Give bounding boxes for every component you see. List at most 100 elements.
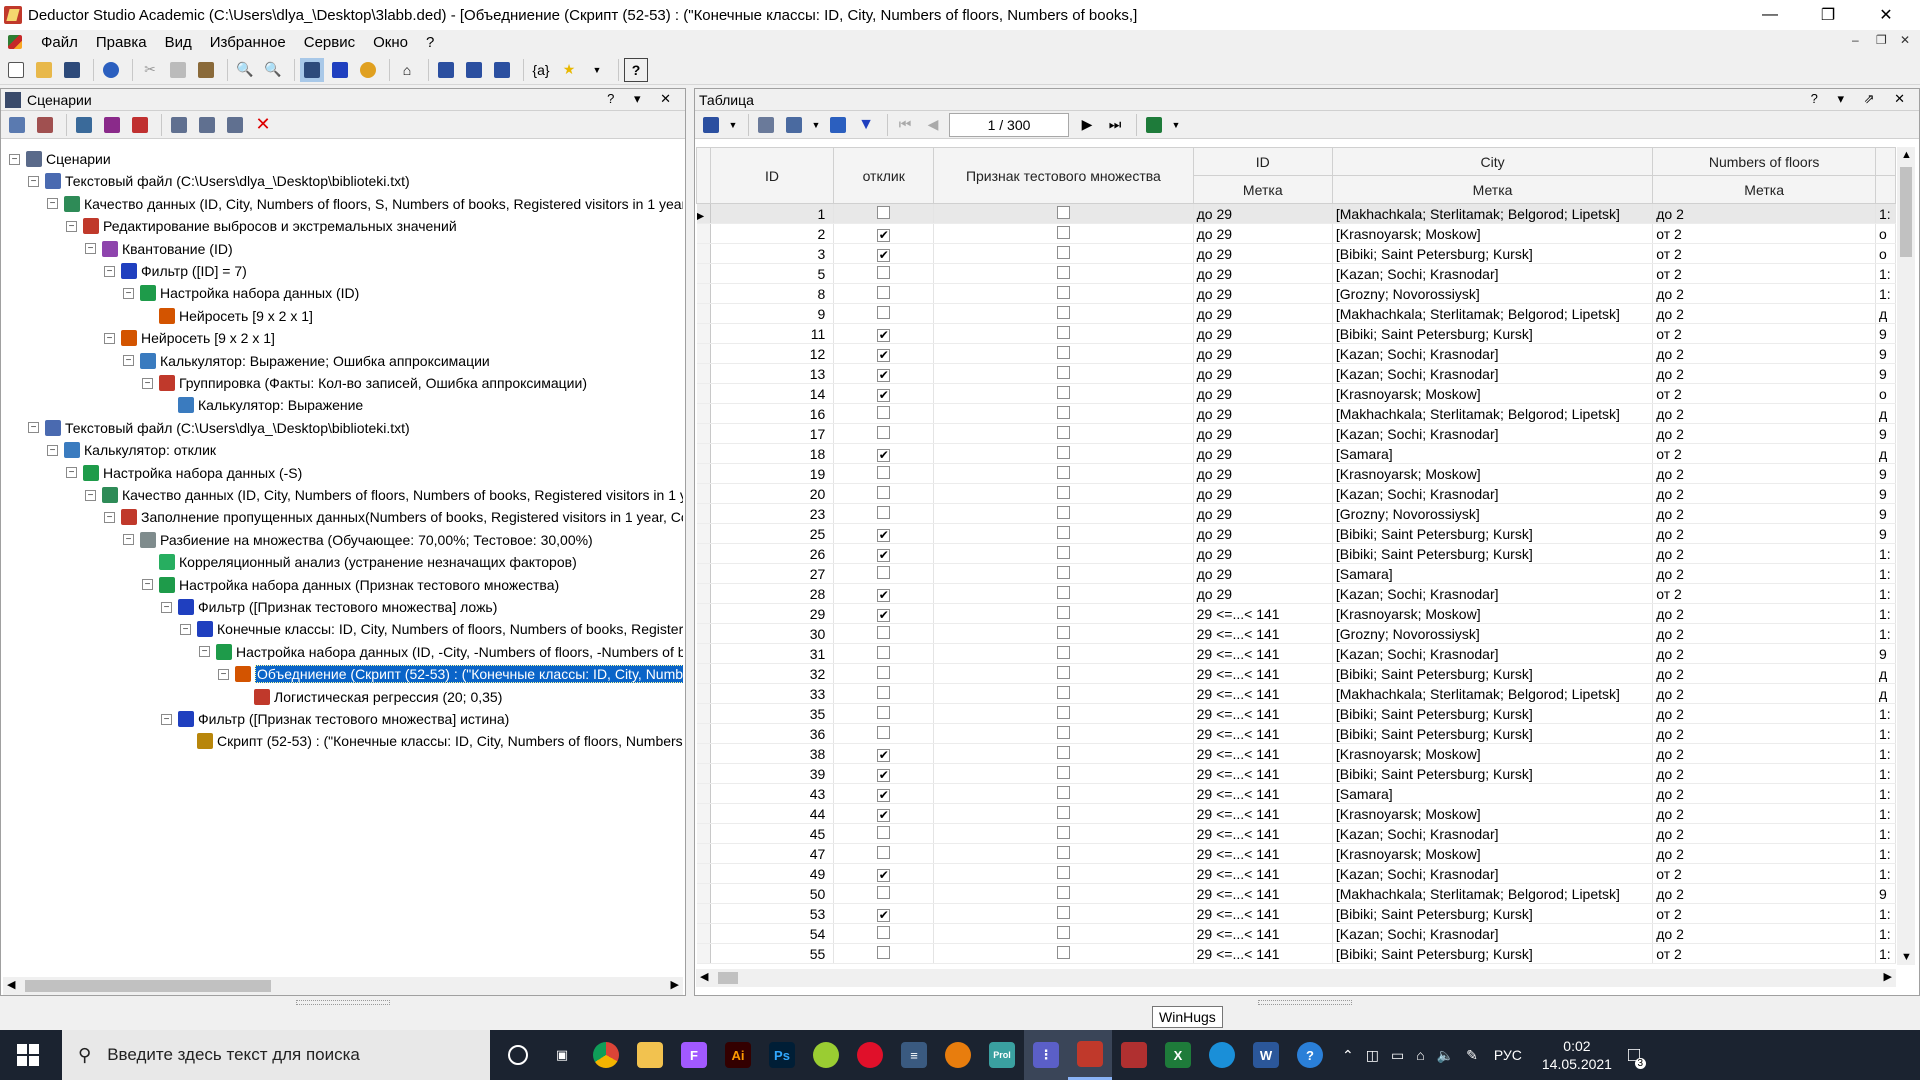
tile-vertical-icon[interactable] xyxy=(490,58,514,82)
first-page-icon[interactable]: ⏮ xyxy=(893,113,917,137)
col-header-test-set[interactable]: Признак тестового множества xyxy=(933,147,1194,204)
unchecked-checkbox[interactable] xyxy=(877,265,891,279)
cell-test-set[interactable] xyxy=(933,383,1194,404)
winhugs-icon[interactable] xyxy=(1112,1030,1156,1080)
cell-test-set[interactable] xyxy=(933,743,1194,764)
tree-expand-toggle[interactable]: − xyxy=(47,444,58,456)
cell-otklik[interactable] xyxy=(833,263,935,284)
unchecked-checkbox[interactable] xyxy=(877,405,891,419)
network-adapter-icon[interactable]: ◫ xyxy=(1366,1047,1379,1064)
tree-expand-toggle[interactable]: − xyxy=(104,332,115,344)
unchecked-checkbox[interactable] xyxy=(877,885,891,899)
cell-otklik[interactable] xyxy=(833,303,935,324)
checked-checkbox[interactable]: ✔ xyxy=(877,388,891,402)
unchecked-checkbox[interactable] xyxy=(1056,445,1070,459)
checked-checkbox[interactable]: ✔ xyxy=(877,368,891,382)
cell-otklik[interactable] xyxy=(833,623,935,644)
tree-node[interactable]: −Корреляционный анализ (устранение незна… xyxy=(142,552,577,572)
tree-expand-toggle[interactable]: − xyxy=(28,175,39,187)
table-row[interactable]: 23 до 29 [Grozny; Novorossiysk] до 29 xyxy=(696,503,1896,524)
last-page-icon[interactable]: ⏭ xyxy=(1103,113,1127,137)
export-excel-icon[interactable] xyxy=(1142,113,1166,137)
cell-otklik[interactable] xyxy=(833,703,935,724)
dropdown-arrow-icon[interactable]: ▼ xyxy=(585,58,609,82)
table-row[interactable]: 50 29 <=...< 141 [Makhachkala; Sterlitamak… xyxy=(696,883,1896,904)
cell-test-set[interactable] xyxy=(933,683,1194,704)
cell-otklik[interactable] xyxy=(833,883,935,904)
checked-checkbox[interactable]: ✔ xyxy=(877,768,891,782)
table-row[interactable]: 49 ✔ 29 <=...< 141 [Kazan; Sochi; Krasnodar… xyxy=(696,863,1896,884)
col-header-id[interactable]: ID xyxy=(709,147,835,204)
table-row[interactable]: 32 29 <=...< 141 [Bibiki; Saint Petersburg… xyxy=(696,663,1896,684)
col-header-id-label[interactable]: ID xyxy=(1192,147,1333,176)
cell-test-set[interactable] xyxy=(933,783,1194,804)
connections-panel-icon[interactable] xyxy=(328,58,352,82)
table-row[interactable]: 54 29 <=...< 141 [Kazan; Sochi; Krasnodar]… xyxy=(696,923,1896,944)
unchecked-checkbox[interactable] xyxy=(877,845,891,859)
cell-test-set[interactable] xyxy=(933,823,1194,844)
expand-tree-icon[interactable] xyxy=(167,113,191,137)
dropdown-arrow-icon[interactable]: ▼ xyxy=(727,113,739,137)
dropdown-arrow-icon[interactable]: ▼ xyxy=(810,113,822,137)
import-icon[interactable] xyxy=(5,113,29,137)
unchecked-checkbox[interactable] xyxy=(877,665,891,679)
cell-otklik[interactable]: ✔ xyxy=(833,583,935,604)
table-row[interactable]: 30 29 <=...< 141 [Grozny; Novorossiysk] до … xyxy=(696,623,1896,644)
panel-splitter[interactable] xyxy=(686,88,694,996)
cell-test-set[interactable] xyxy=(933,903,1194,924)
cell-otklik[interactable] xyxy=(833,503,935,524)
cell-otklik[interactable] xyxy=(833,463,935,484)
unchecked-checkbox[interactable] xyxy=(1056,305,1070,319)
cell-otklik[interactable] xyxy=(833,643,935,664)
tree-node[interactable]: − Квантование (ID) xyxy=(85,239,233,259)
col-header-city[interactable]: City xyxy=(1331,147,1654,176)
table-row[interactable]: 33 29 <=...< 141 [Makhachkala; Sterlitamak… xyxy=(696,683,1896,704)
table-row[interactable]: 2 ✔ до 29 [Krasnoyarsk; Moskow] от 2о xyxy=(696,223,1896,244)
minimize-button[interactable]: — xyxy=(1741,0,1799,30)
find-next-icon[interactable]: 🔍 xyxy=(261,58,285,82)
tree-expand-toggle[interactable]: − xyxy=(218,668,229,680)
cell-otklik[interactable] xyxy=(833,563,935,584)
tree-node[interactable]: − Разбиение на множества (Обучающее: 70,0… xyxy=(123,530,593,550)
checked-checkbox[interactable]: ✔ xyxy=(877,248,891,262)
deductor-taskbar-icon[interactable] xyxy=(1068,1030,1112,1080)
unchecked-checkbox[interactable] xyxy=(1056,925,1070,939)
tree-expand-toggle[interactable]: − xyxy=(161,713,172,725)
checked-checkbox[interactable]: ✔ xyxy=(877,788,891,802)
cell-test-set[interactable] xyxy=(933,643,1194,664)
unchecked-checkbox[interactable] xyxy=(1056,625,1070,639)
tile-horizontal-icon[interactable] xyxy=(462,58,486,82)
unchecked-checkbox[interactable] xyxy=(1056,545,1070,559)
tree-expand-toggle[interactable]: − xyxy=(123,355,134,367)
tree-node[interactable]: − Текстовый файл (C:\Users\dlya_\Desktop\… xyxy=(28,171,410,191)
photoshop-icon[interactable]: Ps xyxy=(760,1030,804,1080)
cell-otklik[interactable]: ✔ xyxy=(833,243,935,264)
opera-icon[interactable] xyxy=(848,1030,892,1080)
table-row[interactable]: 28 ✔ до 29 [Kazan; Sochi; Krasnodar] от 2 1: xyxy=(696,583,1896,604)
cell-otklik[interactable] xyxy=(833,843,935,864)
unchecked-checkbox[interactable] xyxy=(1056,285,1070,299)
cell-otklik[interactable]: ✔ xyxy=(833,443,935,464)
start-button[interactable] xyxy=(0,1030,56,1080)
unchecked-checkbox[interactable] xyxy=(1056,685,1070,699)
tree-node[interactable]: − Текстовый файл (C:\Users\dlya_\Desktop\… xyxy=(28,418,410,438)
table-row[interactable]: 29 ✔ 29 <=...< 141 [Krasnoyarsk; Moskow] до … xyxy=(696,603,1896,624)
cell-test-set[interactable] xyxy=(933,863,1194,884)
cell-test-set[interactable] xyxy=(933,843,1194,864)
cell-test-set[interactable] xyxy=(933,803,1194,824)
cell-test-set[interactable] xyxy=(933,883,1194,904)
illustrator-icon[interactable]: Ai xyxy=(716,1030,760,1080)
unchecked-checkbox[interactable] xyxy=(1056,205,1070,219)
panel-controls[interactable]: ? ▾ ✕ xyxy=(607,91,679,107)
table-row[interactable]: 35 29 <=...< 141 [Bibiki; Saint Petersburg… xyxy=(696,703,1896,724)
tree-node[interactable]: − Настройка набора данных (-S) xyxy=(66,463,302,483)
figma-icon[interactable]: F xyxy=(672,1030,716,1080)
tree-node[interactable]: − Конечные классы: ID, City, Numbers of f… xyxy=(180,619,683,639)
tree-node[interactable]: − Сценарии xyxy=(9,149,111,169)
checked-checkbox[interactable]: ✔ xyxy=(877,868,891,882)
tree-expand-toggle[interactable]: − xyxy=(142,579,153,591)
cascade-windows-icon[interactable] xyxy=(434,58,458,82)
table-row[interactable]: 36 29 <=...< 141 [Bibiki; Saint Petersburg… xyxy=(696,723,1896,744)
cell-test-set[interactable] xyxy=(933,463,1194,484)
menu-favorites[interactable]: Избранное xyxy=(201,34,295,51)
